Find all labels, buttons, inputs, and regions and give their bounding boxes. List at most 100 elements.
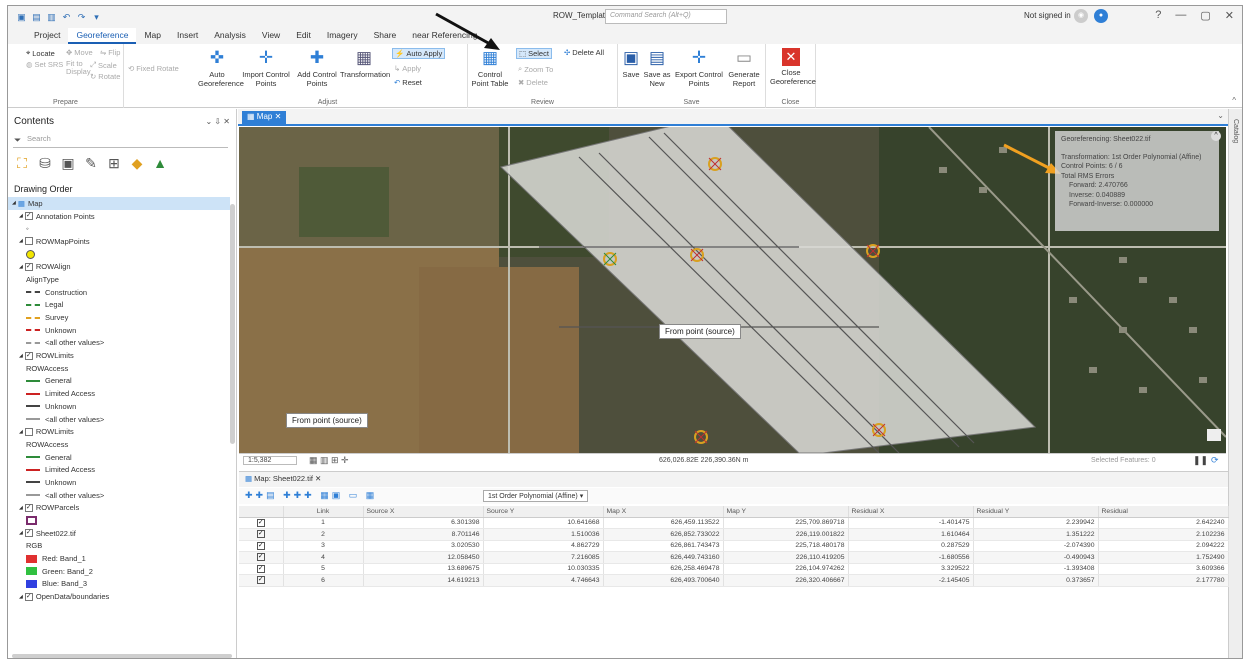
export-control-points-button[interactable]: ✛ Export Control Points xyxy=(674,48,724,88)
save-project-icon[interactable]: ▥ xyxy=(46,12,57,23)
toc-layer[interactable]: ◢ ROWMapPoints xyxy=(8,235,230,248)
command-search-input[interactable]: Command Search (Alt+Q) xyxy=(605,9,727,24)
sign-in-status[interactable]: Not signed in xyxy=(1024,11,1071,20)
expand-icon[interactable]: ◢ xyxy=(19,594,23,600)
ribbon-tab-analysis[interactable]: Analysis xyxy=(206,28,254,44)
pause-drawing-icon[interactable]: ❚❚ xyxy=(1193,455,1208,466)
locate-button[interactable]: ⌖ Locate xyxy=(26,48,55,58)
toc-layer[interactable]: ◢ ✓ Annotation Points xyxy=(8,210,230,223)
list-by-labeling-icon[interactable]: ◆ xyxy=(129,155,145,171)
save-button[interactable]: ▣ Save xyxy=(620,48,642,79)
map-overview-icon[interactable] xyxy=(1207,429,1221,441)
close-georeference-button[interactable]: ✕ Close Georeference xyxy=(770,48,816,86)
row-enabled-checkbox[interactable]: ✓ xyxy=(256,553,265,562)
expand-icon[interactable]: ◢ xyxy=(12,200,16,206)
transformation-button[interactable]: ▦ Transformation xyxy=(340,48,390,79)
column-header[interactable]: Residual xyxy=(1098,506,1229,518)
open-project-icon[interactable]: ▤ xyxy=(31,12,42,23)
catalog-pane-tab[interactable]: Catalog xyxy=(1232,119,1239,143)
layer-visibility-checkbox[interactable]: ✓ xyxy=(24,592,33,601)
zoom-to-button[interactable]: ⌕ Zoom To xyxy=(518,64,553,74)
column-header[interactable]: Map X xyxy=(603,506,724,518)
move-button[interactable]: ✥ Move xyxy=(66,48,93,57)
undo-icon[interactable]: ↶ xyxy=(61,12,72,23)
expand-icon[interactable]: ◢ xyxy=(19,530,23,536)
row-enabled-checkbox[interactable]: ✓ xyxy=(256,530,265,539)
table-row[interactable]: ✓ 5 13.689675 10.030335 626,258.469478 226,10… xyxy=(239,563,1229,575)
control-point-table-button[interactable]: ▦ Control Point Table xyxy=(470,48,510,88)
list-by-perspective-icon[interactable]: ▲ xyxy=(152,155,168,171)
pane-controls[interactable]: ⌄ ⇩ ✕ xyxy=(205,117,230,126)
fit-to-display-button[interactable]: Fit to Display xyxy=(66,60,91,76)
layer-visibility-checkbox[interactable]: ✓ xyxy=(24,351,33,360)
toc-layer[interactable]: ◢ ✓ OpenData/boundaries xyxy=(8,590,230,603)
ribbon-tab-insert[interactable]: Insert xyxy=(169,28,206,44)
column-header[interactable]: Link xyxy=(283,506,364,518)
column-header[interactable]: Map Y xyxy=(723,506,849,518)
tab-overflow-icon[interactable]: ⌄ xyxy=(1217,111,1224,120)
filter-icon[interactable]: ⏷ xyxy=(14,135,21,146)
save-as-new-button[interactable]: ▤ Save as New xyxy=(642,48,672,88)
ribbon-tab-view[interactable]: View xyxy=(254,28,288,44)
row-enabled-checkbox[interactable]: ✓ xyxy=(256,564,265,573)
ribbon-tab-imagery[interactable]: Imagery xyxy=(319,28,366,44)
ribbon-tab-map[interactable]: Map xyxy=(136,28,169,44)
row-enabled-checkbox[interactable]: ✓ xyxy=(256,518,265,527)
close-window-icon[interactable]: ✕ xyxy=(1225,9,1234,22)
contents-horizontal-scrollbar[interactable] xyxy=(12,654,232,658)
row-enabled-checkbox[interactable]: ✓ xyxy=(256,541,265,550)
user-avatar-icon[interactable]: ◉ xyxy=(1074,9,1088,23)
expand-icon[interactable]: ◢ xyxy=(19,429,23,435)
list-by-snapping-icon[interactable]: ⊞ xyxy=(106,155,122,171)
fixed-rotate-button[interactable]: ⟲ Fixed Rotate xyxy=(128,64,179,73)
toc-layer[interactable]: ◢ ✓ ROWLimits xyxy=(8,349,230,362)
layer-visibility-checkbox[interactable]: ✓ xyxy=(24,503,33,512)
select-button[interactable]: ⬚ Select xyxy=(516,48,552,59)
auto-georeference-button[interactable]: ✜ Auto Georeference xyxy=(198,48,244,88)
import-control-points-button[interactable]: ✛ Import Control Points xyxy=(240,48,292,88)
add-control-points-button[interactable]: ✚ Add Control Points xyxy=(294,48,340,88)
table-row[interactable]: ✓ 4 12.058450 7.216085 626,449.743160 226,110… xyxy=(239,551,1229,564)
toc-layer[interactable]: ◢ ROWLimits xyxy=(8,425,230,438)
column-header[interactable]: Residual Y xyxy=(973,506,1099,518)
table-tool-icons[interactable]: ✚✚▤ ✚✚✚ ▦▣ ▭ ▦ xyxy=(245,490,377,501)
reset-button[interactable]: ↶ Reset xyxy=(394,78,422,87)
toc-layer[interactable]: ◢ ✓ ROWAlign xyxy=(8,260,230,273)
flip-button[interactable]: ⇋ Flip xyxy=(100,48,120,57)
notifications-icon[interactable]: ● xyxy=(1094,9,1108,23)
ribbon-tab-edit[interactable]: Edit xyxy=(288,28,319,44)
delete-button[interactable]: ✖ Delete xyxy=(518,78,548,87)
contents-vertical-scrollbar[interactable] xyxy=(230,204,235,444)
layer-visibility-checkbox[interactable]: ✓ xyxy=(24,212,33,221)
table-row[interactable]: ✓ 2 8.701146 1.510036 626,852.733022 226,119.… xyxy=(239,528,1229,541)
column-header[interactable] xyxy=(239,506,284,518)
minimize-icon[interactable]: — xyxy=(1175,9,1186,22)
control-point-table-tab[interactable]: ▦ Map: Sheet022.tif ✕ xyxy=(245,474,321,483)
scale-selector[interactable]: 1:5,382 xyxy=(243,456,297,465)
column-header[interactable]: Source X xyxy=(363,506,484,518)
toc-layer[interactable]: ◢ ▦ Map xyxy=(8,197,230,210)
map-view[interactable]: Georeferencing: Sheet022.tif Transformat… xyxy=(239,127,1226,453)
layer-visibility-checkbox[interactable]: ✓ xyxy=(24,262,33,271)
table-row[interactable]: ✓ 1 6.301398 10.641668 626,459.113522 225,709… xyxy=(239,517,1229,529)
expand-icon[interactable]: ◢ xyxy=(19,264,23,270)
ribbon-tab-share[interactable]: Share xyxy=(366,28,405,44)
new-project-icon[interactable]: ▣ xyxy=(16,12,27,23)
rotate-button[interactable]: ↻ Rotate xyxy=(90,72,120,81)
list-by-selection-icon[interactable]: ▣ xyxy=(60,155,76,171)
layer-visibility-checkbox[interactable] xyxy=(24,237,33,246)
row-enabled-checkbox[interactable]: ✓ xyxy=(256,576,265,585)
map-tab[interactable]: ▦ Map ✕ xyxy=(242,111,287,125)
expand-icon[interactable]: ◢ xyxy=(19,238,23,244)
ribbon-tab-georeference[interactable]: Georeference xyxy=(68,28,137,44)
table-row[interactable]: ✓ 3 3.020530 4.862729 626,861.743473 225,718.… xyxy=(239,540,1229,552)
generate-report-button[interactable]: ▭ Generate Report xyxy=(726,48,762,88)
list-by-drawing-order-icon[interactable]: ⛶ xyxy=(14,155,30,171)
list-by-editing-icon[interactable]: ✎ xyxy=(83,155,99,171)
expand-icon[interactable]: ◢ xyxy=(19,505,23,511)
refresh-icon[interactable]: ⟳ xyxy=(1211,455,1219,466)
layer-visibility-checkbox[interactable]: ✓ xyxy=(24,529,33,538)
toc-layer[interactable]: ◢ ✓ ROWParcels xyxy=(8,502,230,515)
help-icon[interactable]: ? xyxy=(1155,9,1161,22)
delete-all-button[interactable]: ✣ Delete All xyxy=(564,48,604,57)
